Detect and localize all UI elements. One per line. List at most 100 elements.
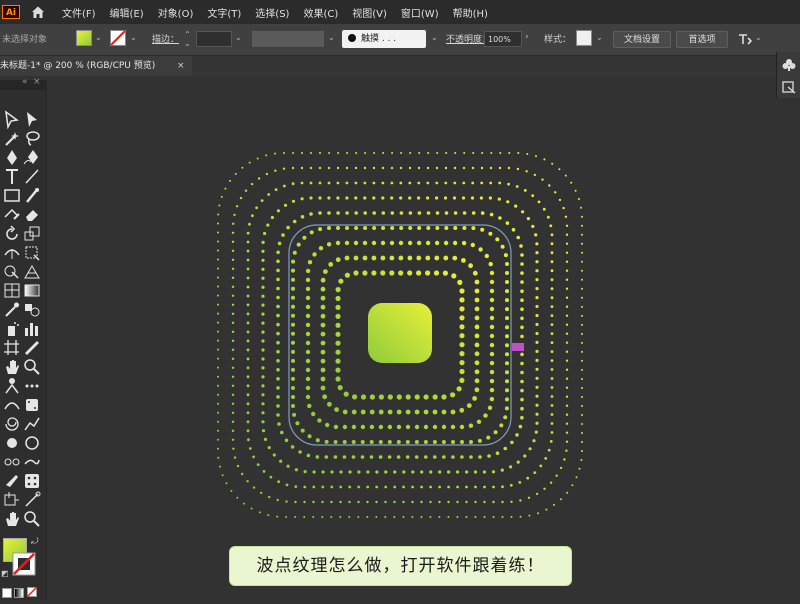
dice-tool-icon[interactable] [22, 471, 42, 490]
close-toolbar-icon[interactable]: × [33, 77, 41, 87]
shape-builder-tool-icon[interactable] [2, 262, 22, 281]
lasso-tool-icon[interactable] [22, 129, 42, 148]
curvature-tool-icon[interactable] [22, 148, 42, 167]
color-mode-icon[interactable] [2, 588, 12, 598]
width-tool-icon[interactable] [2, 243, 22, 262]
profile-dropdown-icon[interactable]: ⌄ [328, 33, 335, 42]
gradient-tool-icon[interactable] [22, 281, 42, 300]
menu-edit[interactable]: 编辑(E) [110, 5, 144, 20]
menu-file[interactable]: 文件(F) [62, 5, 96, 20]
swap-fill-stroke-icon[interactable]: ⤾ [31, 537, 39, 547]
shaper-tool-icon[interactable] [2, 205, 22, 224]
menu-view[interactable]: 视图(V) [352, 5, 387, 20]
halftone-dot [357, 485, 361, 489]
halftone-dot [217, 330, 219, 333]
variable-width-profile[interactable] [252, 31, 324, 47]
graph-tool-icon[interactable] [22, 414, 42, 433]
arrange-documents-icon[interactable] [738, 32, 752, 46]
selection-tool-icon[interactable] [2, 110, 22, 129]
fill-dropdown-icon[interactable]: ⌄ [95, 33, 102, 42]
halftone-dot [550, 278, 554, 282]
type-tool-icon[interactable] [2, 167, 22, 186]
artboard-tool-icon[interactable] [2, 338, 22, 357]
collapse-toolbar-icon[interactable]: « [22, 77, 28, 87]
pen-tool-icon[interactable] [2, 148, 22, 167]
artboard-canvas[interactable] [47, 77, 776, 600]
asset-export-icon[interactable] [781, 80, 797, 94]
measure-tool-icon[interactable] [22, 490, 42, 509]
symbols-club-icon[interactable] [781, 58, 797, 72]
scale-tool-icon[interactable] [22, 224, 42, 243]
eraser-tool-icon[interactable] [22, 205, 42, 224]
menu-select[interactable]: 选择(S) [255, 5, 289, 20]
halftone-dot [565, 404, 569, 407]
zoom-tool-icon[interactable] [22, 357, 42, 376]
halftone-dot [217, 456, 220, 459]
stroke-weight-field[interactable] [196, 31, 232, 47]
halftone-dot [565, 233, 569, 236]
menu-type[interactable]: 文字(T) [207, 5, 241, 20]
halftone-dot [372, 196, 376, 200]
live-paint-bucket-icon[interactable] [22, 395, 42, 414]
menu-help[interactable]: 帮助(H) [453, 5, 488, 20]
blend-tool-icon[interactable] [22, 300, 42, 319]
halftone-dot-artwork[interactable] [47, 77, 776, 600]
opacity-field[interactable]: 100% [484, 31, 522, 47]
line-segment-tool-icon[interactable] [22, 167, 42, 186]
fill-color-swatch[interactable] [76, 30, 92, 46]
menu-effect[interactable]: 效果(C) [303, 5, 338, 20]
close-tab-button[interactable]: × [177, 56, 185, 76]
eyedropper-tool-icon[interactable] [2, 300, 22, 319]
knife-tool-icon[interactable] [2, 471, 22, 490]
none-mode-icon[interactable] [27, 587, 37, 597]
brush-dropdown-icon[interactable]: ⌄ [431, 33, 438, 42]
halftone-dot [565, 242, 569, 245]
graphic-style-swatch[interactable] [576, 30, 592, 46]
halftone-dot [276, 295, 280, 300]
preferences-button[interactable]: 首选项 [676, 31, 728, 48]
paintbrush-tool-icon[interactable] [22, 186, 42, 205]
menu-object[interactable]: 对象(O) [158, 5, 194, 20]
rectangle-tool-icon[interactable] [2, 186, 22, 205]
slice-tool-icon[interactable] [22, 338, 42, 357]
stroke-label[interactable]: 描边： [152, 32, 179, 45]
home-icon[interactable] [30, 4, 46, 20]
halftone-dot [312, 470, 316, 474]
document-settings-button[interactable]: 文档设置 [613, 31, 671, 48]
hand-tool-icon[interactable] [2, 357, 22, 376]
column-graph-tool-icon[interactable] [22, 319, 42, 338]
magic-wand-tool-icon[interactable] [2, 129, 22, 148]
halftone-dot [459, 368, 465, 375]
stroke-none-icon[interactable] [110, 30, 126, 46]
gradient-mode-icon[interactable] [14, 588, 24, 598]
arrange-dropdown-icon[interactable]: ⌄ [755, 33, 762, 42]
ellipse-tool-icon[interactable] [22, 433, 42, 452]
smooth-tool-icon[interactable] [22, 452, 42, 471]
rotate-tool-icon[interactable] [2, 224, 22, 243]
warp-tool-icon[interactable] [2, 433, 22, 452]
perspective-grid-tool-icon[interactable] [22, 262, 42, 281]
style-dropdown-icon[interactable]: ⌄ [596, 33, 603, 42]
hand-grab-icon[interactable] [2, 509, 22, 528]
stroke-weight-dropdown-icon[interactable]: ⌄ [235, 33, 242, 42]
magnify-icon[interactable] [22, 509, 42, 528]
document-tab[interactable]: 未标题-1* @ 200 % (RGB/CPU 预览) × [0, 56, 192, 76]
reshape-tool-icon[interactable] [2, 395, 22, 414]
stroke-dropdown-icon[interactable]: ⌄ [130, 33, 137, 42]
menu-window[interactable]: 窗口(W) [401, 5, 439, 20]
opacity-arrow-icon[interactable]: › [525, 32, 529, 42]
gradient-rounded-square[interactable] [368, 303, 432, 363]
stroke-swatch-none-icon[interactable] [12, 552, 36, 576]
edit-toolbar-icon[interactable] [22, 376, 42, 395]
print-tiling-tool-icon[interactable] [2, 490, 22, 509]
free-transform-tool-icon[interactable] [22, 243, 42, 262]
puppet-warp-tool-icon[interactable] [2, 376, 22, 395]
default-colors-icon[interactable]: ◩ [1, 569, 9, 578]
mesh-tool-icon[interactable] [2, 281, 22, 300]
pucker-tool-icon[interactable] [2, 452, 22, 471]
brush-definition[interactable]: 触摸 . . . [342, 30, 426, 48]
symbol-sprayer-tool-icon[interactable] [2, 319, 22, 338]
direct-selection-tool-icon[interactable] [22, 110, 42, 129]
stroke-stepper-icon[interactable]: ⌃ ⌄ [184, 30, 191, 48]
twirl-tool-icon[interactable] [2, 414, 22, 433]
